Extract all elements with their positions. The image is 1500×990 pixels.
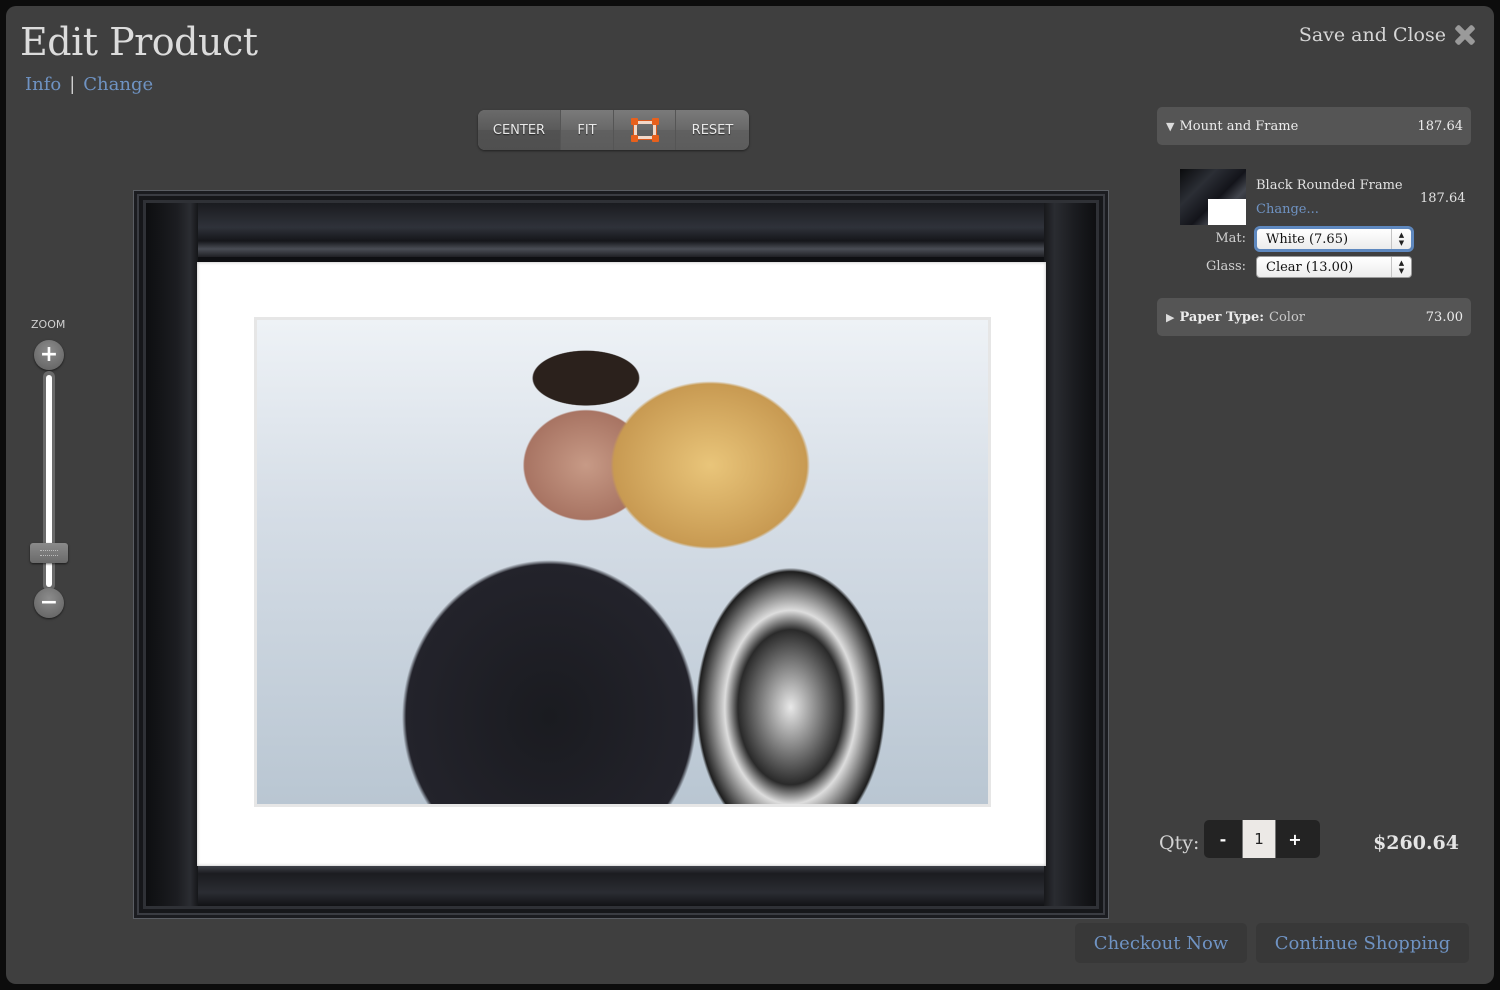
crop-button[interactable] [614, 110, 676, 150]
frame-moulding-left [146, 203, 198, 906]
plus-icon: + [39, 342, 59, 367]
mat-select-value: White (7.65) [1266, 231, 1349, 247]
mount-and-frame-label: Mount and Frame [1179, 118, 1299, 134]
info-link[interactable]: Info [25, 74, 61, 95]
minus-icon: − [39, 590, 59, 615]
glass-label: Glass: [1205, 259, 1246, 274]
fit-button[interactable]: FIT [561, 110, 614, 150]
paper-type-value: Color [1269, 309, 1305, 325]
frame-price: 187.64 [1420, 191, 1466, 206]
select-arrows-icon: ▲ ▼ [1391, 229, 1411, 249]
zoom-out-button[interactable]: − [34, 588, 64, 618]
glass-select[interactable]: Clear (13.00) ▲ ▼ [1256, 256, 1412, 278]
close-icon [1454, 24, 1476, 46]
mat-label: Mat: [1215, 231, 1246, 246]
change-link[interactable]: Change [83, 74, 153, 95]
image-toolbar: CENTER FIT RESET [478, 110, 749, 150]
qty-label: Qty: [1159, 832, 1200, 854]
save-and-close-button[interactable]: Save and Close [1299, 24, 1476, 46]
collapsed-triangle-icon: ▶ [1166, 310, 1175, 324]
zoom-label: ZOOM [31, 318, 66, 331]
qty-input[interactable] [1242, 820, 1276, 858]
mat-select[interactable]: White (7.65) ▲ ▼ [1256, 228, 1412, 250]
frame-thumbnail [1180, 169, 1246, 225]
frame-moulding-top [146, 203, 1096, 257]
qty-decrease-button[interactable]: - [1204, 820, 1242, 858]
paper-type-label: Paper Type: [1179, 309, 1265, 325]
mount-and-frame-price: 187.64 [1417, 118, 1464, 134]
quantity-stepper: - + [1204, 820, 1320, 858]
zoom-slider-handle[interactable] [30, 543, 68, 563]
crop-frame-icon [630, 118, 659, 142]
photo-image[interactable] [254, 317, 991, 807]
mat-board [197, 262, 1046, 866]
nav-separator: | [69, 74, 76, 95]
paper-type-header[interactable]: ▶ Paper Type: Color 73.00 [1157, 298, 1471, 336]
mount-and-frame-header[interactable]: ▼ Mount and Frame 187.64 [1157, 107, 1471, 145]
center-button[interactable]: CENTER [478, 110, 561, 150]
select-arrows-icon: ▲ ▼ [1391, 257, 1411, 277]
sub-navigation: Info | Change [25, 74, 153, 95]
qty-increase-button[interactable]: + [1276, 820, 1314, 858]
framed-photo-preview [134, 191, 1108, 918]
total-price: $260.64 [1373, 832, 1459, 854]
frame-moulding-right [1044, 203, 1096, 906]
change-frame-link[interactable]: Change... [1256, 202, 1319, 217]
expanded-triangle-icon: ▼ [1166, 119, 1175, 133]
reset-button[interactable]: RESET [676, 110, 749, 150]
zoom-in-button[interactable]: + [34, 340, 64, 370]
glass-select-value: Clear (13.00) [1266, 259, 1354, 275]
frame-name: Black Rounded Frame [1256, 178, 1403, 193]
continue-shopping-button[interactable]: Continue Shopping [1256, 923, 1469, 963]
paper-type-price: 73.00 [1425, 309, 1463, 325]
page-title: Edit Product [20, 20, 258, 64]
save-and-close-label: Save and Close [1298, 24, 1446, 46]
edit-product-dialog: Edit Product Info | Change Save and Close … [6, 6, 1494, 984]
checkout-now-button[interactable]: Checkout Now [1075, 923, 1247, 963]
